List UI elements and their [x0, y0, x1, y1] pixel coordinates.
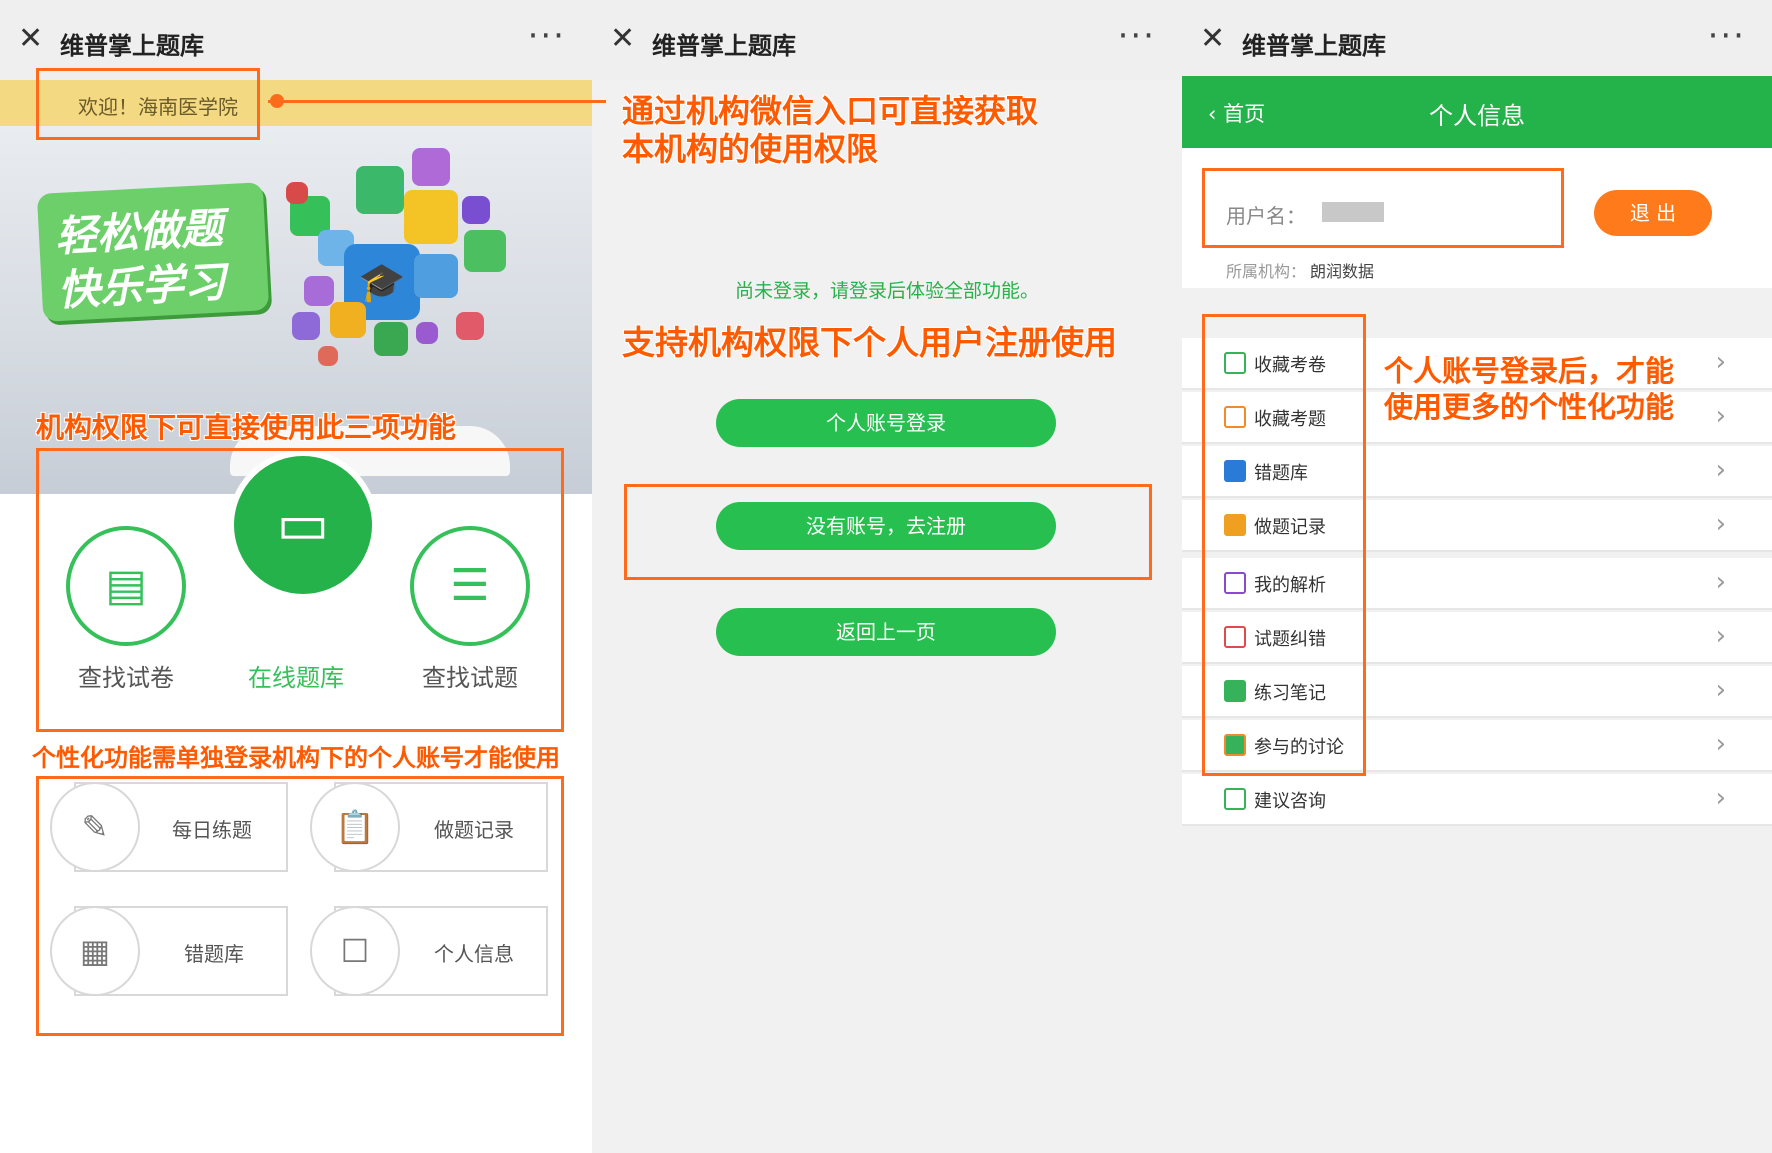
back-button[interactable]: 返回上一页 — [716, 608, 1056, 656]
tile-icon — [462, 196, 490, 224]
menu-label: 建议咨询 — [1254, 791, 1326, 812]
chevron-right-icon: › — [1715, 455, 1726, 485]
tile-icon — [356, 166, 404, 214]
highlight-box — [36, 776, 564, 1036]
chevron-right-icon: › — [1715, 347, 1726, 377]
slogan-badge: 轻松做题 快乐学习 — [36, 182, 270, 322]
page-title: 个人信息 — [1429, 102, 1525, 130]
highlight-box — [36, 68, 260, 140]
chevron-right-icon: › — [1715, 567, 1726, 597]
tile-icon — [416, 322, 438, 344]
callout-line — [268, 100, 606, 103]
org-label: 所属机构： — [1226, 262, 1307, 281]
app-title: 维普掌上题库 — [1242, 32, 1386, 60]
comment-icon — [1224, 788, 1246, 810]
menu-item[interactable]: 建议咨询 › — [1182, 774, 1772, 826]
callout-dot — [270, 94, 284, 108]
highlight-box — [1202, 314, 1366, 776]
highlight-box — [624, 484, 1152, 580]
close-icon[interactable]: ✕ — [610, 22, 635, 56]
tile-icon — [412, 148, 450, 186]
slogan-line-2: 快乐学习 — [56, 257, 227, 315]
chevron-right-icon: › — [1715, 621, 1726, 651]
not-logged-in-text: 尚未登录，请登录后体验全部功能。 — [734, 280, 1039, 302]
more-icon[interactable]: ··· — [1708, 16, 1746, 56]
logout-button[interactable]: 退 出 — [1594, 190, 1712, 236]
more-icon[interactable]: ··· — [1118, 16, 1156, 56]
tile-icon — [304, 276, 334, 306]
app-title: 维普掌上题库 — [60, 32, 204, 60]
tile-icon — [292, 312, 320, 340]
tile-icon — [464, 230, 506, 272]
chevron-right-icon: › — [1715, 675, 1726, 705]
annotation-text: 个性化功能需单独登录机构下的个人账号才能使用 — [32, 743, 560, 772]
nav-bar: ✕ 维普掌上题库 ··· — [1182, 0, 1772, 80]
annotation-text: 使用更多的个性化功能 — [1384, 390, 1675, 424]
tile-icon — [456, 312, 484, 340]
org-value: 朗润数据 — [1310, 262, 1375, 281]
annotation-text: 支持机构权限下个人用户注册使用 — [622, 323, 1117, 362]
tile-icon — [318, 346, 338, 366]
tile-icon — [404, 190, 458, 244]
profile-header: ‹ 首页 个人信息 — [1182, 76, 1772, 148]
chevron-right-icon: › — [1715, 729, 1726, 759]
close-icon[interactable]: ✕ — [1200, 22, 1225, 56]
nav-bar: ✕ 维普掌上题库 ··· — [592, 0, 1182, 80]
more-icon[interactable]: ··· — [528, 16, 566, 56]
annotation-text: 机构权限下可直接使用此三项功能 — [36, 411, 457, 444]
close-icon[interactable]: ✕ — [18, 22, 43, 56]
chevron-right-icon: › — [1715, 401, 1726, 431]
tile-icon — [330, 302, 366, 338]
chevron-right-icon: › — [1715, 783, 1726, 813]
app-title: 维普掌上题库 — [652, 32, 796, 60]
chevron-right-icon: › — [1715, 509, 1726, 539]
tile-icon — [286, 182, 308, 204]
tile-icon — [414, 254, 458, 298]
tile-icon — [374, 322, 408, 356]
highlight-box — [36, 448, 564, 732]
highlight-box — [1202, 168, 1564, 248]
personal-login-button[interactable]: 个人账号登录 — [716, 399, 1056, 447]
annotation-text: 本机构的使用权限 — [622, 130, 879, 168]
